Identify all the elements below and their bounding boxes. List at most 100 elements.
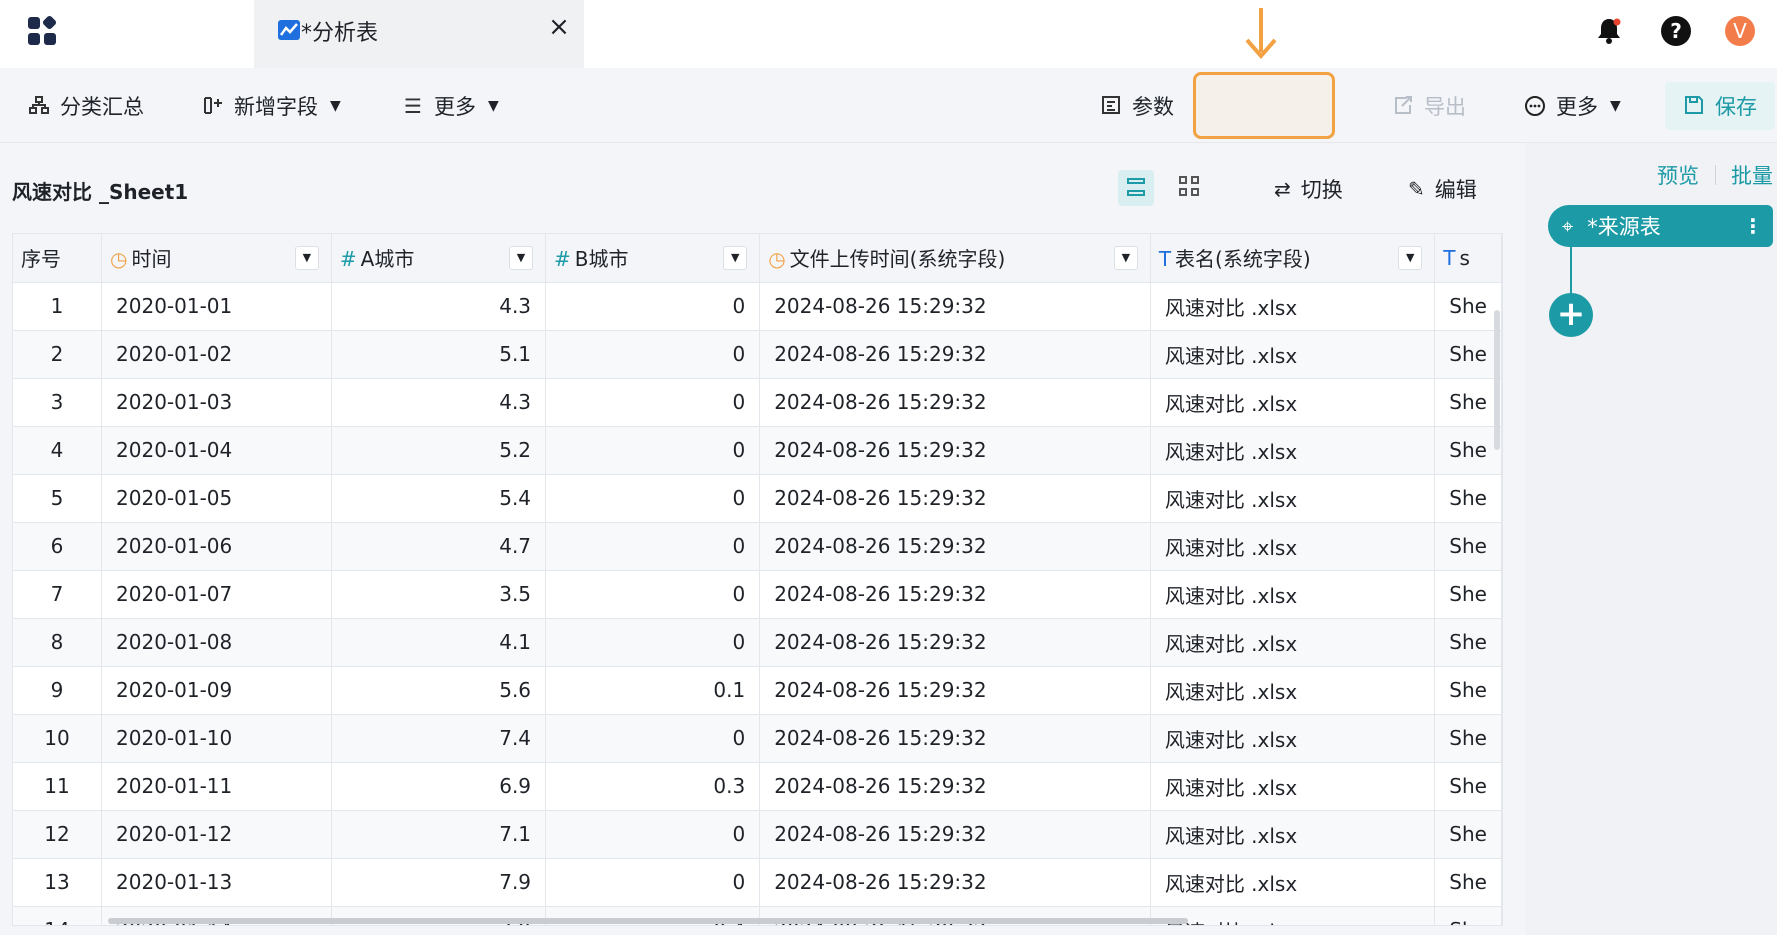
table-cell[interactable]: 风速对比 .xlsx <box>1150 426 1436 475</box>
table-cell[interactable]: 风速对比 .xlsx <box>1150 378 1436 427</box>
table-cell[interactable]: She <box>1434 522 1502 571</box>
table-cell[interactable]: She <box>1434 810 1502 859</box>
table-cell[interactable]: 2020-01-06 <box>101 522 332 571</box>
table-cell[interactable]: 0 <box>545 426 761 475</box>
table-row[interactable]: 7 2020-01-07 3.5 0 2024-08-26 15:29:32 风速对比 .… <box>13 570 1502 619</box>
table-cell[interactable]: 0 <box>545 522 761 571</box>
table-cell[interactable]: 2020-01-12 <box>101 810 332 859</box>
table-cell[interactable]: 2024-08-26 15:29:32 <box>759 474 1151 523</box>
table-cell[interactable]: 5.2 <box>331 426 547 475</box>
table-cell[interactable]: 2024-08-26 15:29:32 <box>759 618 1151 667</box>
group-summary-button[interactable]: 分类汇总 <box>28 68 144 143</box>
table-cell[interactable]: 7.9 <box>331 858 547 907</box>
save-button[interactable]: 保存 <box>1665 82 1775 130</box>
table-cell[interactable]: She <box>1434 906 1502 925</box>
table-row[interactable]: 2 2020-01-02 5.1 0 2024-08-26 15:29:32 风速对比 .… <box>13 330 1502 379</box>
table-cell[interactable]: 风速对比 .xlsx <box>1150 522 1436 571</box>
add-field-button[interactable]: 新增字段 ▼ <box>202 68 341 143</box>
table-cell[interactable]: 2020-01-01 <box>101 282 332 331</box>
table-cell[interactable]: 2020-01-08 <box>101 618 332 667</box>
table-cell[interactable]: 2024-08-26 15:29:32 <box>759 762 1151 811</box>
table-row[interactable]: 1 2020-01-01 4.3 0 2024-08-26 15:29:32 风速对比 .… <box>13 282 1502 331</box>
table-cell[interactable]: 3.5 <box>331 570 547 619</box>
table-cell[interactable]: 0 <box>545 378 761 427</box>
table-cell[interactable]: 7.1 <box>331 810 547 859</box>
column-dropdown-icon[interactable]: ▼ <box>509 246 534 270</box>
table-cell[interactable]: She <box>1434 378 1502 427</box>
column-header[interactable]: # A城市 ▼ <box>331 234 547 283</box>
table-cell[interactable]: 2020-01-07 <box>101 570 332 619</box>
table-cell[interactable]: 0 <box>545 810 761 859</box>
table-cell[interactable]: 5.6 <box>331 666 547 715</box>
batch-link[interactable]: 批量 <box>1731 160 1773 190</box>
column-header[interactable]: # B城市 ▼ <box>545 234 761 283</box>
list-view-icon[interactable] <box>1118 170 1154 206</box>
table-cell[interactable]: 6.9 <box>331 762 547 811</box>
table-cell[interactable]: 风速对比 .xlsx <box>1150 282 1436 331</box>
table-cell[interactable]: 9 <box>13 666 103 715</box>
table-cell[interactable]: 2024-08-26 15:29:32 <box>759 858 1151 907</box>
more-left-button[interactable]: ☰ 更多 ▼ <box>402 68 499 143</box>
app-grid-icon[interactable] <box>28 14 58 47</box>
bell-icon[interactable] <box>1594 16 1624 46</box>
table-cell[interactable]: She <box>1434 570 1502 619</box>
table-cell[interactable]: 14 <box>13 906 103 925</box>
table-cell[interactable]: She <box>1434 762 1502 811</box>
avatar[interactable]: V <box>1725 16 1755 46</box>
table-cell[interactable]: 2024-08-26 15:29:32 <box>759 522 1151 571</box>
edit-button[interactable]: ✎ 编辑 <box>1408 174 1477 204</box>
table-cell[interactable]: She <box>1434 666 1502 715</box>
table-cell[interactable]: 4 <box>13 426 103 475</box>
table-cell[interactable]: 风速对比 .xlsx <box>1150 330 1436 379</box>
table-row[interactable]: 8 2020-01-08 4.1 0 2024-08-26 15:29:32 风速对比 .… <box>13 618 1502 667</box>
column-header[interactable]: 序号 <box>13 234 103 283</box>
table-row[interactable]: 6 2020-01-06 4.7 0 2024-08-26 15:29:32 风速对比 .… <box>13 522 1502 571</box>
table-cell[interactable]: 2020-01-05 <box>101 474 332 523</box>
table-cell[interactable]: 风速对比 .xlsx <box>1150 906 1436 925</box>
table-row[interactable]: 4 2020-01-04 5.2 0 2024-08-26 15:29:32 风速对比 .… <box>13 426 1502 475</box>
table-cell[interactable]: 5.4 <box>331 474 547 523</box>
column-header[interactable]: ◷ 文件上传时间(系统字段) ▼ <box>759 234 1151 283</box>
more-right-button[interactable]: 更多 ▼ <box>1524 68 1621 143</box>
table-cell[interactable]: 10 <box>13 714 103 763</box>
table-cell[interactable]: 1 <box>13 282 103 331</box>
help-icon[interactable]: ? <box>1661 16 1691 46</box>
table-cell[interactable]: 4.3 <box>331 378 547 427</box>
vertical-scrollbar[interactable] <box>1494 310 1500 450</box>
table-cell[interactable]: 0 <box>545 282 761 331</box>
table-cell[interactable]: 11 <box>13 762 103 811</box>
table-row[interactable]: 3 2020-01-03 4.3 0 2024-08-26 15:29:32 风速对比 .… <box>13 378 1502 427</box>
column-dropdown-icon[interactable]: ▼ <box>723 246 748 270</box>
kebab-menu-icon[interactable]: ⋮ <box>1743 214 1763 238</box>
table-cell[interactable]: 2024-08-26 15:29:32 <box>759 666 1151 715</box>
table-cell[interactable]: 风速对比 .xlsx <box>1150 570 1436 619</box>
table-cell[interactable]: 2024-08-26 15:29:32 <box>759 570 1151 619</box>
table-cell[interactable]: 2020-01-02 <box>101 330 332 379</box>
table-row[interactable]: 9 2020-01-09 5.6 0.1 2024-08-26 15:29:32 风速对比… <box>13 666 1502 715</box>
table-row[interactable]: 10 2020-01-10 7.4 0 2024-08-26 15:29:32 风速对比 … <box>13 714 1502 763</box>
table-cell[interactable]: She <box>1434 858 1502 907</box>
table-cell[interactable]: 2020-01-09 <box>101 666 332 715</box>
table-cell[interactable]: She <box>1434 282 1502 331</box>
table-cell[interactable]: 2020-01-10 <box>101 714 332 763</box>
table-cell[interactable]: 4.1 <box>331 618 547 667</box>
table-row[interactable]: 12 2020-01-12 7.1 0 2024-08-26 15:29:32 风速对比 … <box>13 810 1502 859</box>
table-row[interactable]: 5 2020-01-05 5.4 0 2024-08-26 15:29:32 风速对比 .… <box>13 474 1502 523</box>
table-cell[interactable]: 3 <box>13 378 103 427</box>
tab-analysis[interactable]: *分析表 × <box>254 0 584 68</box>
export-button[interactable]: 导出 <box>1392 68 1466 143</box>
table-row[interactable]: 13 2020-01-13 7.9 0 2024-08-26 15:29:32 风速对比 … <box>13 858 1502 907</box>
column-header[interactable]: ◷ 时间 ▼ <box>101 234 332 283</box>
table-cell[interactable]: 风速对比 .xlsx <box>1150 858 1436 907</box>
table-cell[interactable]: 风速对比 .xlsx <box>1150 714 1436 763</box>
params-button[interactable]: 参数 <box>1100 68 1174 143</box>
table-cell[interactable]: 0 <box>545 330 761 379</box>
table-cell[interactable]: 2024-08-26 15:29:32 <box>759 378 1151 427</box>
grid-view-icon[interactable] <box>1173 170 1209 206</box>
source-table-node[interactable]: ⌖ *来源表 ⋮ <box>1548 205 1773 247</box>
table-cell[interactable]: 7 <box>13 570 103 619</box>
table-cell[interactable]: 8 <box>13 618 103 667</box>
table-cell[interactable]: 4.3 <box>331 282 547 331</box>
table-cell[interactable]: 风速对比 .xlsx <box>1150 666 1436 715</box>
column-header[interactable]: T 表名(系统字段) ▼ <box>1150 234 1436 283</box>
